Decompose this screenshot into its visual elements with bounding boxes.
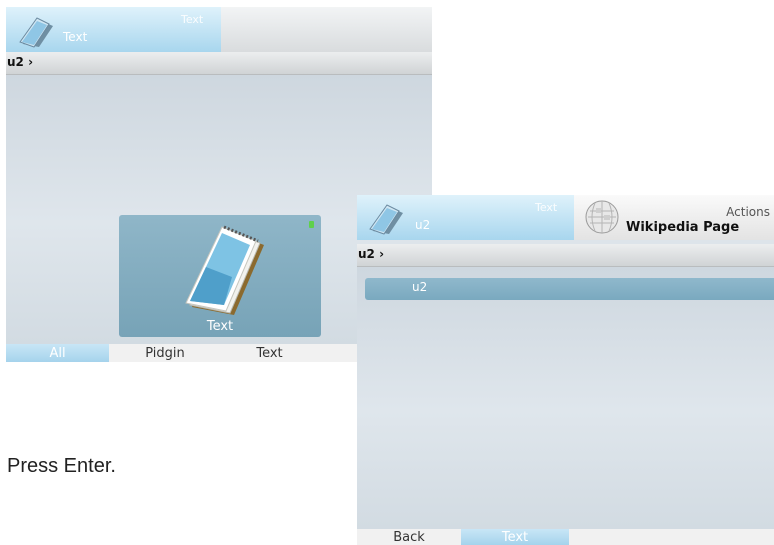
status-indicator (309, 221, 314, 228)
right-breadcrumb[interactable]: u2 › (357, 244, 774, 267)
tile-label: Text (206, 319, 234, 334)
right-header-ghost-label: Text (535, 201, 558, 214)
actions-panel[interactable]: Actions Wikipedia Page (574, 195, 774, 240)
right-header: Text u2 Actions Wikipedia Page (357, 195, 774, 240)
notepad-icon (185, 225, 264, 315)
instruction-text: Press Enter. (7, 455, 116, 477)
left-header-ghost-label: Text (181, 13, 204, 26)
right-bottom-tab-bar: Back Text (357, 529, 774, 545)
right-header-label: u2 (415, 218, 431, 232)
right-window: Text u2 Actions Wikipedia Page u2 › u2 B… (357, 195, 774, 545)
left-header: Text Text (6, 7, 432, 52)
list-item[interactable]: u2 (365, 278, 774, 300)
left-breadcrumb[interactable]: u2 › (6, 52, 432, 75)
tab-text[interactable]: Text (221, 344, 318, 362)
tab-back[interactable]: Back (357, 529, 461, 545)
tab-all[interactable]: All (6, 344, 109, 362)
right-content-area (357, 267, 774, 529)
breadcrumb-text: u2 › (7, 55, 34, 69)
text-app-tile[interactable]: Text (119, 215, 321, 337)
breadcrumb-text: u2 › (358, 247, 385, 261)
left-header-label: Text (63, 30, 88, 44)
right-header-active-tab[interactable]: Text u2 (357, 195, 574, 240)
actions-title: Actions (726, 205, 770, 219)
list-item-label: u2 (412, 280, 428, 294)
notepad-icon (19, 17, 53, 48)
wikipedia-globe-icon (585, 200, 619, 234)
left-header-active-tab[interactable]: Text Text (6, 7, 221, 52)
tab-text[interactable]: Text (461, 529, 569, 545)
notepad-icon (369, 204, 403, 235)
wikipedia-page-action[interactable]: Wikipedia Page (626, 220, 739, 235)
tab-pidgin[interactable]: Pidgin (109, 344, 221, 362)
